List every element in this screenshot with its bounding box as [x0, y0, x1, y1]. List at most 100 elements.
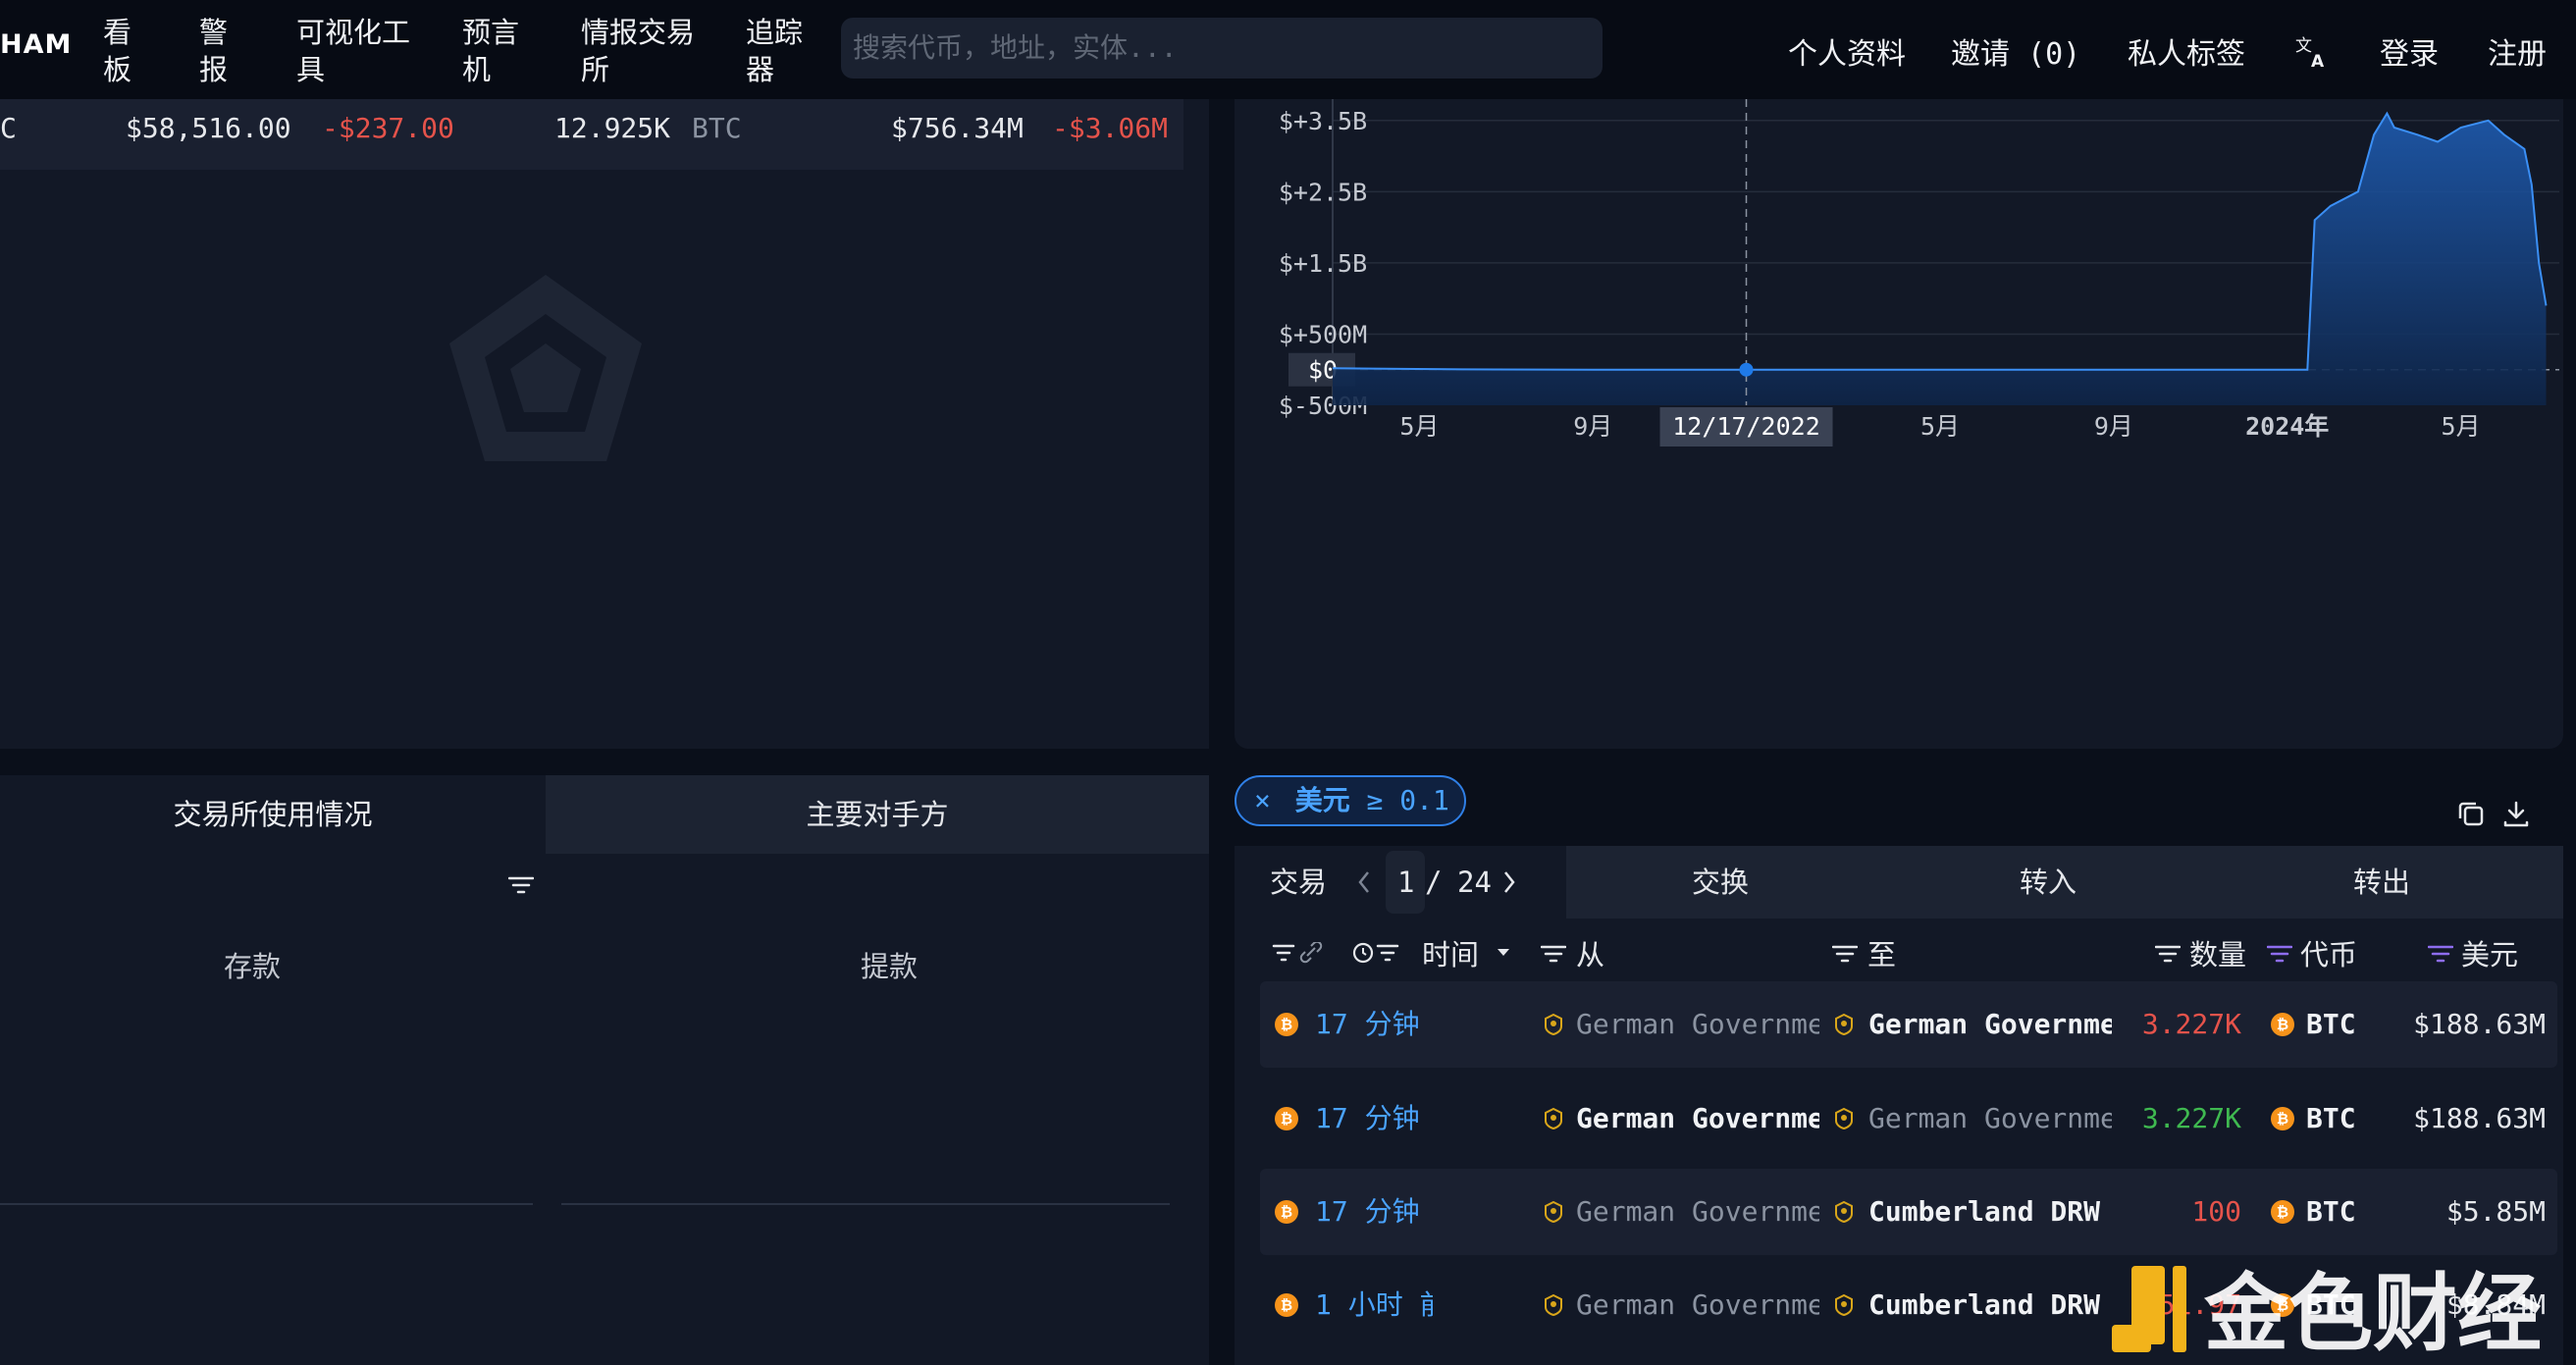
top-nav: HAM 看 板 警 报 可视化工 具 预言 机 情报交易 所 追踪 器 搜索代币…: [0, 0, 2576, 99]
tx-time[interactable]: 17 分钟 前: [1315, 1169, 1433, 1255]
tx-to[interactable]: Cumberland DRW: [1868, 1262, 2112, 1348]
search-input[interactable]: 搜索代币，地址，实体...: [841, 18, 1603, 79]
header-to[interactable]: 至: [1867, 937, 1896, 972]
filter-icon[interactable]: [1832, 944, 1858, 964]
login-button[interactable]: 登录: [2380, 29, 2439, 73]
tx-from[interactable]: German Governme: [1576, 1169, 1819, 1255]
x-tick-label: 5月: [2442, 412, 2481, 441]
nav-item-intel-exchange[interactable]: 情报交易 所: [581, 14, 695, 88]
tab-top-counterparties[interactable]: 主要对手方: [546, 775, 1209, 854]
register-button[interactable]: 注册: [2488, 29, 2547, 73]
tab-exchange-usage[interactable]: 交易所使用情况: [0, 775, 546, 854]
table-row[interactable]: ₿ 17 分钟 前 German Governme German Governme 3.…: [1260, 1076, 2557, 1162]
nav-label: 可视化工: [296, 16, 411, 49]
balance-history-chart[interactable]: $+3.5B$+2.5B$+1.5B$+500M$0$-500M 5月 9月 12/…: [1235, 99, 2563, 749]
tx-token[interactable]: BTC: [2306, 1076, 2385, 1162]
chip-close-icon[interactable]: ×: [1254, 784, 1271, 816]
holdings-row[interactable]: C $58,516.00 -$237.00 12.925K BTC $756.3…: [0, 99, 1183, 170]
chip-condition: ≥ 0.1: [1366, 784, 1449, 816]
header-from[interactable]: 从: [1576, 937, 1604, 972]
chart-crosshair: [1739, 99, 1754, 405]
page-separator: /: [1425, 866, 1443, 899]
chevron-right-icon[interactable]: [1501, 869, 1517, 895]
nav-label: 看: [103, 16, 132, 49]
translate-icon[interactable]: 文 A: [2294, 33, 2330, 69]
x-tick-label: 5月: [1399, 412, 1439, 441]
svg-text:文: 文: [2295, 36, 2312, 56]
filter-link-icons[interactable]: [1272, 942, 1331, 966]
nav-label: 报: [199, 53, 229, 86]
y-tick-label: $+1.5B: [1279, 249, 1367, 278]
hover-point: [1739, 362, 1754, 377]
entity-icon: [1545, 1200, 1562, 1224]
tx-usd: $188.63M: [2413, 1102, 2546, 1134]
nav-label: 情报交易: [581, 16, 696, 49]
nav-item-visualizer[interactable]: 可视化工 具: [296, 14, 410, 88]
chip-label: 美元: [1294, 784, 1350, 816]
y-tick-label: $+2.5B: [1279, 178, 1367, 206]
invite-link[interactable]: 邀请 (0): [1951, 29, 2080, 73]
tx-to[interactable]: Cumberland DRW: [1868, 1169, 2112, 1255]
balance-area: [1333, 113, 2547, 405]
profile-link[interactable]: 个人资料: [1788, 29, 1906, 73]
tx-to[interactable]: German Governme: [1868, 981, 2112, 1068]
nav-item-dashboard[interactable]: 看 板: [103, 14, 131, 88]
nav-label: 板: [103, 53, 132, 86]
token-amount: 12.925K: [554, 112, 671, 144]
tx-from[interactable]: German Governme: [1576, 1262, 1819, 1348]
token-price: $58,516.00: [126, 112, 291, 144]
tx-time[interactable]: 1 小时 前: [1315, 1262, 1433, 1348]
watermark-text: 金色财经: [2203, 1265, 2542, 1363]
tx-token[interactable]: BTC: [2306, 981, 2385, 1068]
nav-item-tracker[interactable]: 追踪 器: [746, 14, 803, 88]
brand-logo[interactable]: HAM: [0, 29, 72, 60]
header-time[interactable]: 时间: [1422, 937, 1479, 972]
filter-icon[interactable]: [1541, 944, 1566, 964]
nav-item-oracle[interactable]: 预言 机: [462, 14, 519, 88]
arkham-logo-icon: [449, 275, 642, 461]
private-labels-link[interactable]: 私人标签: [2128, 29, 2245, 73]
tab-outflow[interactable]: 转出: [2353, 846, 2410, 919]
tx-time[interactable]: 17 分钟 前: [1315, 1076, 1433, 1162]
nav-label: 机: [462, 53, 492, 86]
copy-icon[interactable]: [2456, 799, 2486, 828]
entity-icon: [1545, 1013, 1562, 1036]
entity-icon: [1835, 1200, 1853, 1224]
filter-icon[interactable]: [2267, 944, 2292, 964]
tx-time[interactable]: 17 分钟 前: [1315, 981, 1433, 1068]
tx-from[interactable]: German Governme: [1576, 981, 1819, 1068]
sort-desc-icon[interactable]: [1496, 947, 1511, 959]
header-amount[interactable]: 数量: [2189, 937, 2246, 972]
page-current[interactable]: 1: [1397, 846, 1414, 919]
y-tick-label: $+500M: [1279, 320, 1367, 348]
header-token[interactable]: 代币: [2300, 937, 2357, 972]
table-row[interactable]: ₿ 17 分钟 前 German Governme German Governme 3.…: [1260, 981, 2557, 1068]
filter-icon[interactable]: [508, 875, 534, 895]
nav-item-alerts[interactable]: 警 报: [199, 14, 228, 88]
btc-chain-icon: ₿: [1275, 1200, 1298, 1224]
token-price-change: -$237.00: [322, 112, 454, 144]
download-icon[interactable]: [2501, 799, 2531, 828]
tx-amount: 3.227K: [2141, 1102, 2241, 1134]
chevron-left-icon[interactable]: [1356, 869, 1372, 895]
token-symbol: C: [0, 112, 17, 144]
token-amount-unit: BTC: [692, 112, 742, 144]
clock-filter-icon[interactable]: [1352, 940, 1399, 966]
tab-transactions[interactable]: 交易: [1270, 846, 1327, 919]
filter-icon[interactable]: [2155, 944, 2181, 964]
withdrawals-label: 提款: [861, 950, 919, 983]
btc-chain-icon: ₿: [1275, 1013, 1298, 1036]
usd-filter-chip[interactable]: × 美元 ≥ 0.1: [1235, 775, 1466, 826]
tab-swaps[interactable]: 交换: [1692, 846, 1749, 919]
table-row[interactable]: ₿ 17 分钟 前 German Governme Cumberland DRW 100…: [1260, 1169, 2557, 1255]
entity-icon: [1545, 1107, 1562, 1130]
btc-chain-icon: ₿: [1275, 1107, 1298, 1130]
tx-token[interactable]: BTC: [2306, 1169, 2385, 1255]
filter-icon[interactable]: [2428, 944, 2453, 964]
nav-label: 所: [581, 53, 610, 86]
tab-inflow[interactable]: 转入: [2020, 846, 2077, 919]
header-usd[interactable]: 美元: [2461, 937, 2518, 972]
tx-to[interactable]: German Governme: [1868, 1076, 2112, 1162]
tx-from[interactable]: German Governme: [1576, 1076, 1819, 1162]
token-value-change: -$3.06M: [1052, 112, 1169, 144]
